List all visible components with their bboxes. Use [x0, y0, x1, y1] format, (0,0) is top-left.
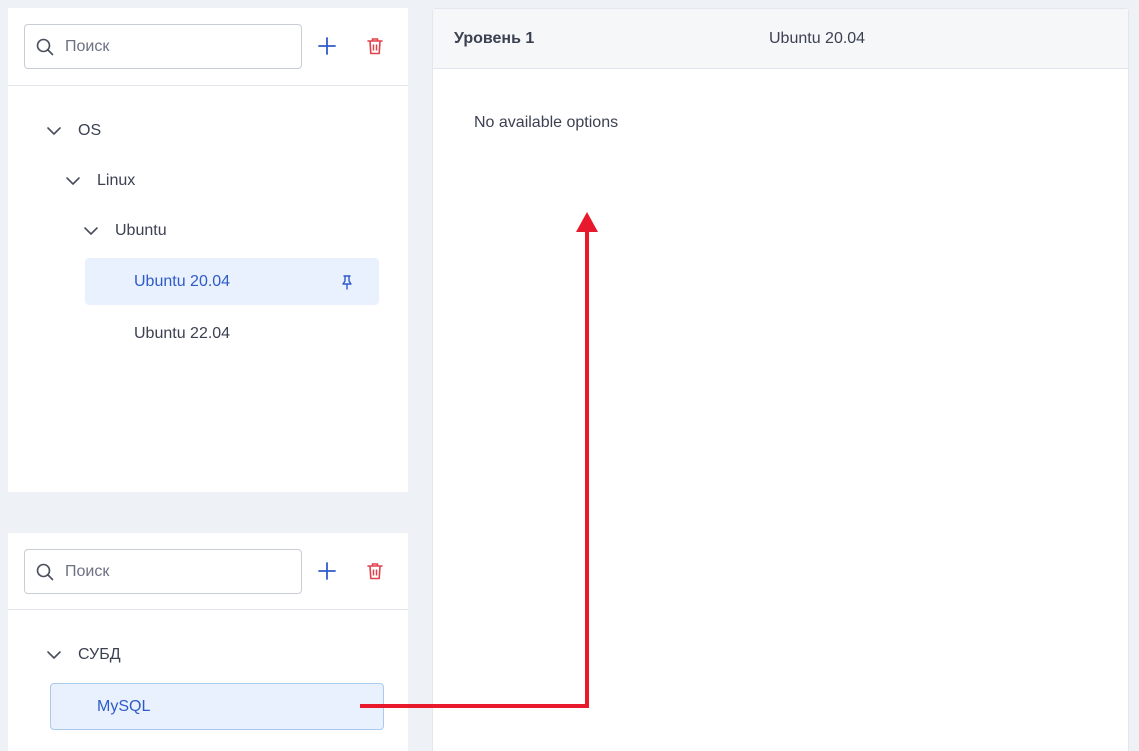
top-add-button[interactable] [316, 35, 338, 57]
pin-icon[interactable] [339, 274, 355, 290]
chevron-down-icon[interactable] [46, 647, 62, 663]
empty-options-message: No available options [474, 114, 619, 131]
tree-leaf-ubuntu-2004[interactable]: Ubuntu 20.04 [85, 258, 379, 305]
tree-leaf-ubuntu-2204[interactable]: Ubuntu 22.04 [85, 310, 379, 357]
chevron-down-icon[interactable] [65, 173, 81, 189]
top-tree-panel: OS Linux Ubuntu Ubuntu 20.04 Ubuntu 22.0… [8, 8, 408, 492]
tree-node-label: OS [78, 122, 102, 139]
bottom-add-button[interactable] [316, 560, 338, 582]
top-search-input[interactable] [65, 25, 295, 68]
tree-node-label: СУБД [78, 646, 121, 663]
plus-icon [318, 37, 336, 55]
tree-leaf-label: Ubuntu 20.04 [134, 272, 231, 290]
tree-node-label: Linux [97, 172, 136, 189]
tree-leaf-label: Ubuntu 22.04 [134, 324, 231, 342]
search-icon [36, 563, 54, 581]
tree-leaf-label: MySQL [97, 697, 151, 715]
details-panel: Уровень 1 Ubuntu 20.04 No available opti… [432, 8, 1129, 751]
tree-leaf-mysql[interactable]: MySQL [50, 683, 384, 730]
details-header: Уровень 1 Ubuntu 20.04 [433, 9, 1128, 69]
level-label: Уровень 1 [454, 30, 535, 47]
bottom-search-input[interactable] [65, 550, 295, 593]
plus-icon [318, 562, 336, 580]
tree-node-linux[interactable]: Linux [65, 158, 135, 204]
top-toolbar [8, 8, 408, 86]
tree-node-os[interactable]: OS [46, 108, 101, 154]
chevron-down-icon[interactable] [46, 123, 62, 139]
top-search-box[interactable] [24, 24, 302, 69]
trash-icon [367, 38, 383, 55]
chevron-down-icon[interactable] [83, 223, 99, 239]
tree-node-label: Ubuntu [115, 222, 167, 239]
bottom-tree-panel: СУБД MySQL [8, 533, 408, 751]
tree-node-dbms[interactable]: СУБД [46, 632, 121, 678]
bottom-delete-button[interactable] [364, 560, 386, 582]
level-value: Ubuntu 20.04 [769, 30, 866, 47]
bottom-search-box[interactable] [24, 549, 302, 594]
bottom-toolbar [8, 533, 408, 610]
tree-node-ubuntu[interactable]: Ubuntu [83, 208, 167, 254]
top-delete-button[interactable] [364, 35, 386, 57]
search-icon [36, 38, 54, 56]
trash-icon [367, 563, 383, 580]
